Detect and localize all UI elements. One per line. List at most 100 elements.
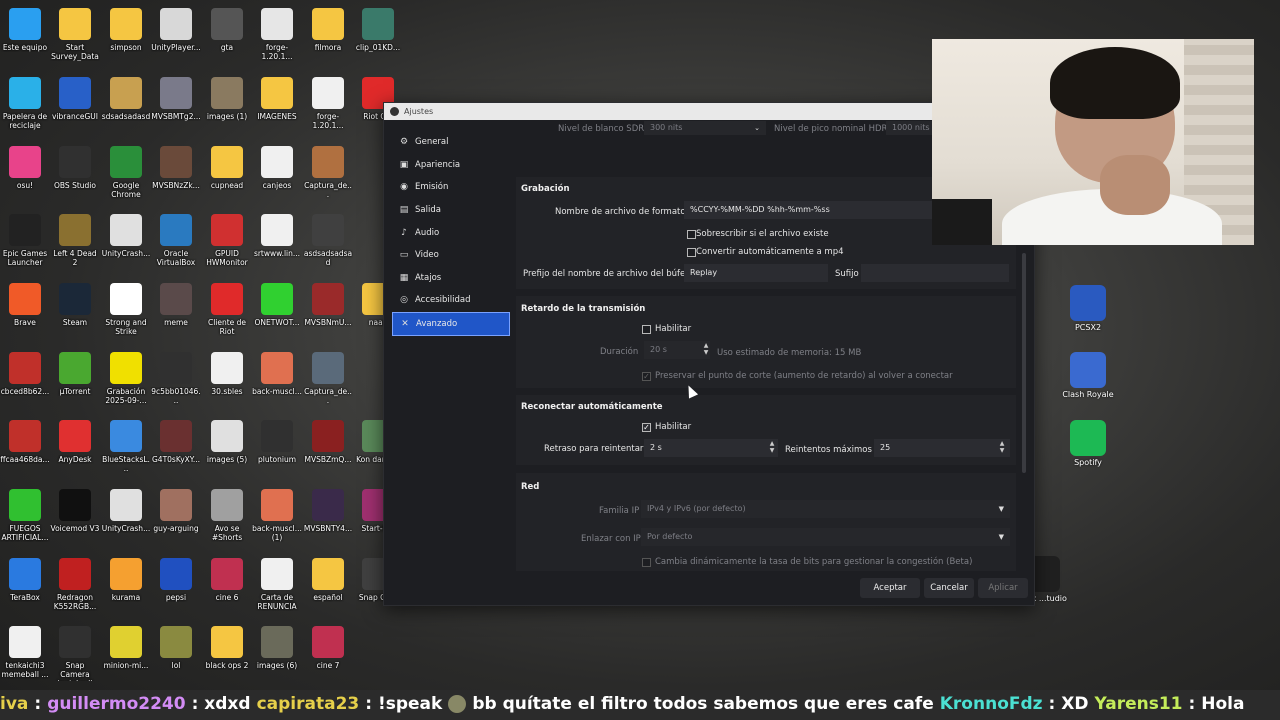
desktop-icon[interactable]: TeraBox xyxy=(0,558,50,602)
desktop-icon[interactable]: Avo se #Shorts xyxy=(202,489,252,542)
max-retries-input[interactable]: 25 xyxy=(874,439,1010,457)
sdr-white-field[interactable]: 300 nits ⌄ xyxy=(644,121,766,135)
desktop-icon[interactable]: Strong and Strike xyxy=(101,283,151,336)
duration-input[interactable]: 20 s xyxy=(644,341,710,359)
desktop-icon[interactable]: vibranceGUI xyxy=(50,77,100,121)
dynamic-bitrate-checkbox[interactable] xyxy=(642,558,651,567)
desktop-icon[interactable]: PCSX2 xyxy=(1058,285,1118,332)
retry-delay-input[interactable]: 2 s xyxy=(644,439,778,457)
desktop-icon[interactable]: gta xyxy=(202,8,252,52)
desktop-icon[interactable]: Grabación 2025-09-... xyxy=(101,352,151,405)
desktop-icon[interactable]: Carta de RENUNCIA xyxy=(252,558,302,611)
spin-arrows-icon[interactable]: ▲ ▼ xyxy=(702,342,710,356)
desktop-icon[interactable]: cine 6 xyxy=(202,558,252,602)
desktop-icon[interactable]: tenkaichi3 memeball ... xyxy=(0,626,50,679)
settings-scrollbar[interactable] xyxy=(1022,253,1026,473)
desktop-icon[interactable]: guy-arguing xyxy=(151,489,201,533)
desktop-icon[interactable]: Oracle VirtualBox xyxy=(151,214,201,267)
desktop-icon[interactable]: IMAGENES xyxy=(252,77,302,121)
desktop-icon[interactable]: simpson xyxy=(101,8,151,52)
desktop-icon[interactable]: UnityCrash... xyxy=(101,214,151,258)
desktop-icon[interactable]: OBS Studio xyxy=(50,146,100,190)
apply-button[interactable]: Aplicar xyxy=(978,578,1028,598)
desktop-icon[interactable]: minion-mi... xyxy=(101,626,151,670)
desktop-icon[interactable]: forge-1.20.1... xyxy=(252,8,302,61)
desktop-icon[interactable]: srtwww.lin... xyxy=(252,214,302,258)
desktop-icon[interactable]: MVSBMTg2... xyxy=(151,77,201,121)
desktop-icon[interactable]: Captura_de... xyxy=(303,146,353,199)
desktop-icon[interactable]: español xyxy=(303,558,353,602)
desktop-icon[interactable]: AnyDesk xyxy=(50,420,100,464)
desktop-icon[interactable]: G4T0sKyXY... xyxy=(151,420,201,464)
desktop-icon[interactable]: images (5) xyxy=(202,420,252,464)
desktop-icon[interactable]: Este equipo xyxy=(0,8,50,52)
sidebar-item-atajos[interactable]: ▦ Atajos xyxy=(392,267,510,290)
ip-family-select[interactable]: IPv4 y IPv6 (por defecto) ▼ xyxy=(641,500,1010,518)
desktop-icon[interactable]: ffcaa468da... xyxy=(0,420,50,464)
spin-icon[interactable]: ⌄ xyxy=(754,121,760,135)
sidebar-item-accesibilidad[interactable]: ◎ Accesibilidad xyxy=(392,289,510,312)
desktop-icon[interactable]: Left 4 Dead 2 xyxy=(50,214,100,267)
desktop-icon[interactable]: Captura_de... xyxy=(303,352,353,405)
desktop-icon[interactable]: BlueStacksL... xyxy=(101,420,151,473)
desktop-icon[interactable]: UnityCrash... xyxy=(101,489,151,533)
desktop-icon[interactable]: back-muscl... xyxy=(252,352,302,396)
preserve-checkbox[interactable]: ✓ xyxy=(642,372,651,381)
desktop-icon[interactable]: lol xyxy=(151,626,201,670)
cancel-button[interactable]: Cancelar xyxy=(924,578,974,598)
sidebar-item-video[interactable]: ▭ Video xyxy=(392,244,510,267)
desktop-icon[interactable]: µTorrent xyxy=(50,352,100,396)
desktop-icon[interactable]: plutonium xyxy=(252,420,302,464)
desktop-icon[interactable]: black ops 2 xyxy=(202,626,252,670)
desktop-icon[interactable]: asdsadsadsad xyxy=(303,214,353,267)
desktop-icon[interactable]: cine 7 xyxy=(303,626,353,670)
desktop-icon[interactable]: Papelera de reciclaje xyxy=(0,77,50,130)
desktop-icon[interactable]: images (1) xyxy=(202,77,252,121)
desktop-icon[interactable]: osu! xyxy=(0,146,50,190)
desktop-icon[interactable]: 9c5bb01046... xyxy=(151,352,201,405)
remux-checkbox[interactable] xyxy=(687,248,696,257)
desktop-icon[interactable]: ONETWOT... xyxy=(252,283,302,327)
desktop-icon[interactable]: Brave xyxy=(0,283,50,327)
desktop-icon[interactable]: Voicemod V3 xyxy=(50,489,100,533)
desktop-icon[interactable]: meme xyxy=(151,283,201,327)
delay-enable-checkbox[interactable] xyxy=(642,325,651,334)
overwrite-checkbox[interactable] xyxy=(687,230,696,239)
desktop-icon[interactable]: Cliente de Riot xyxy=(202,283,252,336)
desktop-icon[interactable]: cupnead xyxy=(202,146,252,190)
reconnect-enable-checkbox[interactable]: ✓ xyxy=(642,423,651,432)
desktop-icon[interactable]: clip_01KD... xyxy=(353,8,403,52)
desktop-icon[interactable]: cbced8b62... xyxy=(0,352,50,396)
suffix-input[interactable] xyxy=(861,264,1009,282)
sidebar-item-apariencia[interactable]: ▣ Apariencia xyxy=(392,154,510,177)
desktop-icon[interactable]: Snap Camera (patched) xyxy=(50,626,100,681)
sidebar-item-avanzado[interactable]: ✕ Avanzado xyxy=(392,311,510,337)
desktop-icon[interactable]: back-muscl... (1) xyxy=(252,489,302,542)
spin-arrows-icon[interactable]: ▲ ▼ xyxy=(768,440,776,454)
desktop-icon[interactable]: Clash Royale xyxy=(1058,352,1118,399)
sidebar-item-general[interactable]: ⚙ General xyxy=(392,131,510,154)
desktop-icon[interactable]: Start Survey_Data xyxy=(50,8,100,61)
desktop-icon[interactable]: Epic Games Launcher xyxy=(0,214,50,267)
desktop-icon[interactable]: Steam xyxy=(50,283,100,327)
desktop-icon[interactable]: MVSBNTY4... xyxy=(303,489,353,533)
desktop-icon[interactable]: filmora xyxy=(303,8,353,52)
desktop-icon[interactable]: images (6) xyxy=(252,626,302,670)
sidebar-item-emisión[interactable]: ◉ Emisión xyxy=(392,176,510,199)
desktop-icon[interactable]: Redragon K552RGB... xyxy=(50,558,100,611)
buffer-prefix-input[interactable]: Replay xyxy=(684,264,828,282)
desktop-icon[interactable]: UnityPlayer... xyxy=(151,8,201,52)
accept-button[interactable]: Aceptar xyxy=(860,578,920,598)
spin-arrows-icon[interactable]: ▲ ▼ xyxy=(998,440,1006,454)
desktop-icon[interactable]: MVSBNzZk... xyxy=(151,146,201,190)
desktop-icon[interactable]: canjeos xyxy=(252,146,302,190)
desktop-icon[interactable]: 30.sbles xyxy=(202,352,252,396)
sidebar-item-salida[interactable]: ▤ Salida xyxy=(392,199,510,222)
desktop-icon[interactable]: MVSBZmQ... xyxy=(303,420,353,464)
desktop-icon[interactable]: Google Chrome xyxy=(101,146,151,199)
desktop-icon[interactable]: Spotify xyxy=(1058,420,1118,467)
desktop-icon[interactable]: FUEGOS ARTIFICIAL... xyxy=(0,489,50,542)
desktop-icon[interactable]: pepsi xyxy=(151,558,201,602)
sidebar-item-audio[interactable]: ♪ Audio xyxy=(392,221,510,244)
desktop-icon[interactable]: forge-1.20.1... xyxy=(303,77,353,130)
